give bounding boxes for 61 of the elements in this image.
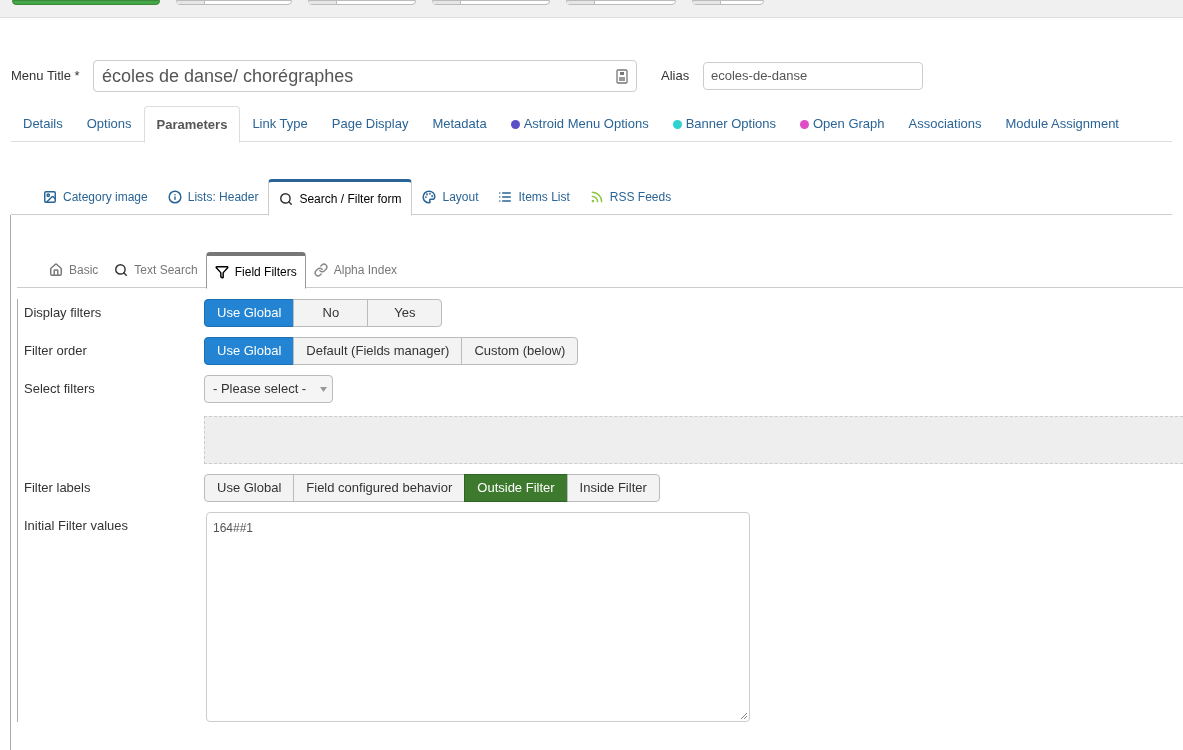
field-label: Display filters xyxy=(24,304,103,322)
caret-icon xyxy=(320,386,327,392)
tab[interactable]: Associations xyxy=(896,106,994,142)
option-button[interactable]: Yes xyxy=(367,299,443,327)
tab[interactable]: Module Assignment xyxy=(993,106,1131,142)
list-icon xyxy=(498,190,513,204)
field-label: Filter order xyxy=(24,342,88,360)
tab[interactable]: Page Display xyxy=(319,106,421,142)
tab[interactable]: Metadata xyxy=(420,106,499,142)
field-label: Initial Filter values xyxy=(24,517,130,535)
option-button[interactable]: Default (Fields manager) xyxy=(293,337,463,365)
option-button[interactable]: Field configured behavior xyxy=(293,474,466,502)
option-button[interactable]: Inside Filter xyxy=(566,474,660,502)
field-label: Select filters xyxy=(24,380,96,398)
tab[interactable]: Options xyxy=(74,106,144,142)
toolbar-button[interactable] xyxy=(12,0,160,5)
alias-field[interactable]: ecoles-de-danse xyxy=(703,62,923,90)
search-icon xyxy=(279,191,294,206)
clipboard-icon xyxy=(616,68,628,84)
tab[interactable]: Banner Options xyxy=(660,106,788,142)
toolbar-button[interactable] xyxy=(308,0,416,5)
field-label: Menu Title * xyxy=(11,67,81,86)
toolbar-button[interactable] xyxy=(176,0,292,5)
image-icon xyxy=(43,190,57,204)
info-icon xyxy=(167,190,182,204)
tab[interactable]: Open Graph xyxy=(788,106,897,142)
toolbar-button[interactable] xyxy=(692,0,764,5)
tab[interactable]: Alpha Index xyxy=(305,252,406,288)
tab[interactable]: Search / Filter form xyxy=(268,179,413,216)
option-button[interactable]: Outside Filter xyxy=(464,474,568,502)
toolbar-button[interactable] xyxy=(566,0,676,5)
tab[interactable]: Link Type xyxy=(240,106,320,142)
rss-icon xyxy=(589,190,604,204)
filter-icon xyxy=(214,265,229,279)
tab[interactable]: Layout xyxy=(412,179,489,215)
field-label: Filter labels xyxy=(24,479,92,497)
title-field[interactable]: écoles de danse/ chorégraphes xyxy=(93,60,637,92)
option-button[interactable]: Use Global xyxy=(204,299,295,327)
tab[interactable]: RSS Feeds xyxy=(579,179,682,215)
tab[interactable]: Astroid Menu Options xyxy=(498,106,661,142)
select-dropdown[interactable]: - Please select - xyxy=(204,375,333,403)
toolbar-button[interactable] xyxy=(432,0,550,5)
option-button[interactable]: Use Global xyxy=(204,474,295,502)
tab[interactable]: Parameters xyxy=(143,106,241,143)
option-button[interactable]: Custom (below) xyxy=(461,337,579,365)
link-icon xyxy=(313,263,328,277)
field-label: Alias xyxy=(661,67,691,86)
search-icon xyxy=(114,263,129,277)
tab[interactable]: Text Search xyxy=(106,252,206,288)
resize-handle-icon xyxy=(740,712,748,720)
option-button[interactable]: Use Global xyxy=(204,337,295,365)
option-button[interactable]: No xyxy=(293,299,369,327)
palette-icon xyxy=(422,190,437,204)
tab[interactable]: Field Filters xyxy=(205,252,306,289)
tab[interactable]: Details xyxy=(11,106,75,142)
text-area[interactable]: 164##1 xyxy=(206,512,750,722)
tab[interactable]: Category image xyxy=(33,179,158,215)
tab[interactable]: Lists: Header xyxy=(157,179,269,215)
home-icon xyxy=(49,263,63,277)
tab[interactable]: Items List xyxy=(488,179,580,215)
tab[interactable]: Basic xyxy=(41,252,107,288)
